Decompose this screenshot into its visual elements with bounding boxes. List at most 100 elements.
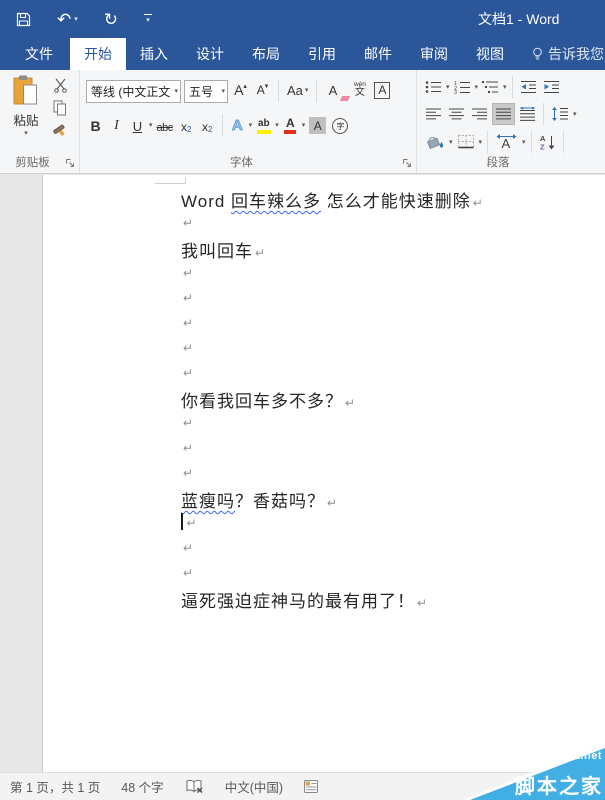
text-effects-dropdown-icon[interactable]: ▾ [249, 121, 253, 129]
align-right-icon[interactable] [469, 103, 490, 125]
bullets-icon[interactable] [423, 76, 444, 98]
document-page[interactable]: Word 回车辣么多 怎么才能快速删除 ↵ ↵ 我叫回车 ↵ ↵ ↵ ↵ ↵ ↵ 你看我回车多不多？… [42, 175, 605, 772]
align-center-icon[interactable] [446, 103, 467, 125]
undo-icon: ↶ [57, 9, 72, 29]
character-border-button[interactable]: A [372, 80, 392, 102]
enclose-characters-button[interactable]: 字 [330, 114, 350, 136]
tab-4[interactable]: 引用 [294, 38, 350, 70]
bold-button[interactable]: B [86, 114, 105, 136]
font-name-dropdown-icon[interactable]: ▾ [174, 87, 178, 95]
shrink-font-button[interactable]: A ▾ [253, 80, 272, 102]
paragraph-group-label: 段落 [486, 157, 510, 169]
phonetic-guide-button[interactable]: wén 文 [350, 80, 369, 102]
language-indicator[interactable]: 中文(中国) [225, 777, 283, 796]
distribute-text-icon[interactable] [517, 103, 538, 125]
doc-paragraph[interactable]: 你看我回车多不多？ ↵ [181, 387, 483, 412]
undo-button[interactable]: ↶ ▾ [57, 11, 78, 28]
font-size-dropdown-icon[interactable]: ▾ [221, 87, 225, 95]
strikethrough-button[interactable]: abc [155, 114, 175, 136]
doc-paragraph[interactable]: ↵ [181, 512, 483, 537]
doc-paragraph[interactable]: ↵ [181, 462, 483, 487]
multilevel-list-icon[interactable] [480, 76, 501, 98]
doc-paragraph[interactable]: ↵ [181, 337, 483, 362]
align-left-icon[interactable] [423, 103, 444, 125]
sort-icon[interactable]: AZ [537, 131, 558, 153]
italic-button[interactable]: I [107, 114, 126, 136]
doc-paragraph[interactable]: ↵ [181, 537, 483, 562]
ime-keyboard-icon[interactable] [304, 780, 319, 793]
line-spacing-dropdown-icon[interactable]: ▾ [573, 110, 577, 118]
doc-paragraph[interactable]: 逼死强迫症神马的最有用了！ ↵ [181, 587, 483, 612]
font-color-button[interactable]: A [281, 114, 300, 136]
redo-button[interactable]: ↻ [104, 11, 118, 28]
shading-dropdown-icon[interactable]: ▾ [449, 138, 453, 146]
highlight-dropdown-icon[interactable]: ▾ [275, 121, 279, 129]
copy-icon[interactable] [53, 100, 67, 116]
text-effects-button[interactable]: A [228, 114, 247, 136]
doc-paragraph[interactable]: ↵ [181, 437, 483, 462]
font-dialog-launcher-icon[interactable] [402, 158, 413, 169]
numbering-icon[interactable]: 123 [452, 76, 473, 98]
format-painter-icon[interactable] [52, 123, 68, 137]
doc-paragraph[interactable]: Word 回车辣么多 怎么才能快速删除 ↵ [181, 187, 483, 212]
doc-paragraph[interactable]: 蓝瘦吗？香菇吗？ ↵ [181, 487, 483, 512]
font-color-dropdown-icon[interactable]: ▾ [302, 121, 306, 129]
doc-paragraph[interactable]: ↵ [181, 287, 483, 312]
tab-1[interactable]: 插入 [126, 38, 182, 70]
tab-6[interactable]: 审阅 [406, 38, 462, 70]
change-case-button[interactable]: Aa ▾ [285, 80, 310, 102]
watermark: jb51.net 脚本之家 [463, 743, 605, 800]
decrease-indent-icon[interactable] [518, 76, 539, 98]
font-name-combo[interactable]: 等线 (中文正文 ▾ [86, 79, 181, 103]
highlight-button[interactable]: ab [254, 114, 273, 136]
shading-bucket-icon[interactable] [423, 131, 447, 153]
doc-paragraph[interactable]: 我叫回车 ↵ [181, 237, 483, 262]
superscript-button[interactable]: x2 [198, 114, 217, 136]
clear-formatting-button[interactable]: A [323, 80, 351, 102]
bullets-dropdown-icon[interactable]: ▾ [446, 83, 450, 91]
underline-button[interactable]: U [128, 114, 147, 136]
paragraph-mark: ↵ [186, 516, 197, 530]
borders-icon[interactable] [455, 131, 477, 153]
doc-paragraph[interactable]: ↵ [181, 262, 483, 287]
grow-font-button[interactable]: A ▴ [231, 80, 250, 102]
tab-3[interactable]: 布局 [238, 38, 294, 70]
tab-7[interactable]: 视图 [462, 38, 518, 70]
proofing-status-icon[interactable] [185, 779, 204, 795]
paste-button[interactable]: 粘贴 ▾ [5, 75, 47, 163]
borders-dropdown-icon[interactable]: ▾ [479, 138, 483, 146]
numbering-dropdown-icon[interactable]: ▾ [475, 83, 479, 91]
doc-paragraph[interactable]: ↵ [181, 312, 483, 337]
tab-0[interactable]: 开始 [70, 38, 126, 70]
multilevel-dropdown-icon[interactable]: ▾ [503, 83, 507, 91]
text-run: Word [181, 192, 232, 211]
save-icon[interactable] [16, 12, 31, 27]
word-count[interactable]: 48 个字 [121, 777, 163, 796]
page-indicator[interactable]: 第 1 页，共 1 页 [10, 777, 100, 796]
subscript-button[interactable]: x2 [177, 114, 196, 136]
line-spacing-icon[interactable] [549, 103, 571, 125]
tab-tell-me[interactable]: 告诉我您 [518, 38, 605, 70]
paragraph-mark: ↵ [183, 291, 194, 305]
font-size-value: 五号 [189, 84, 214, 99]
asian-layout-dropdown-icon[interactable]: ▾ [522, 138, 526, 146]
tab-file[interactable]: 文件 [8, 38, 70, 70]
increase-indent-icon[interactable] [541, 76, 562, 98]
doc-paragraph[interactable]: ↵ [181, 212, 483, 237]
doc-paragraph[interactable]: ↵ [181, 362, 483, 387]
character-shading-button[interactable]: A [307, 114, 328, 136]
undo-dropdown-icon[interactable]: ▾ [74, 15, 78, 23]
tab-2[interactable]: 设计 [182, 38, 238, 70]
font-color-bar [284, 130, 297, 134]
underline-dropdown-icon[interactable]: ▾ [149, 121, 153, 129]
paste-dropdown-icon[interactable]: ▾ [24, 129, 28, 137]
customize-qat-icon[interactable]: ▾ [144, 13, 153, 24]
cut-icon[interactable] [53, 78, 68, 93]
font-size-combo[interactable]: 五号 ▾ [184, 79, 228, 103]
tab-5[interactable]: 邮件 [350, 38, 406, 70]
clipboard-dialog-launcher-icon[interactable] [65, 158, 76, 169]
doc-paragraph[interactable]: ↵ [181, 562, 483, 587]
doc-paragraph[interactable]: ↵ [181, 412, 483, 437]
asian-layout-button[interactable]: A [493, 131, 520, 153]
justify-icon[interactable] [492, 102, 515, 125]
